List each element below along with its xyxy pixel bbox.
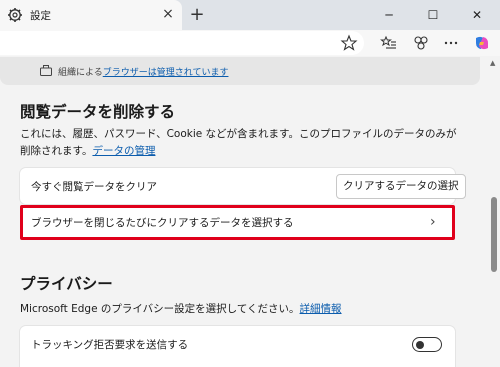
tab-title: 設定 [30, 10, 51, 22]
managed-link[interactable]: ブラウザーは管理されています [103, 68, 229, 78]
managed-text: 組織によるブラウザーは管理されています [58, 65, 228, 78]
scroll-thumb[interactable] [491, 197, 497, 272]
minimize-button[interactable]: ─ [367, 0, 411, 30]
favorites-icon[interactable] [380, 34, 398, 52]
toolbar [0, 30, 500, 56]
close-window-button[interactable]: ✕ [455, 0, 499, 30]
maximize-button[interactable]: ☐ [411, 0, 455, 30]
tab-settings[interactable]: 設定 × [0, 0, 182, 30]
more-icon[interactable] [442, 34, 460, 52]
copilot-icon[interactable] [473, 34, 491, 52]
briefcase-icon [40, 65, 52, 76]
scroll-up-icon[interactable]: ▲ [490, 59, 495, 67]
address-bar[interactable] [0, 31, 364, 55]
dnt-card: トラッキング拒否要求を送信する [20, 326, 455, 367]
chevron-right-icon: › [430, 214, 436, 230]
clear-now-card: 今すぐ閲覧データをクリア クリアするデータの選択 [20, 168, 466, 204]
privacy-desc-text: Microsoft Edge のプライバシー設定を選択してください。 [20, 303, 300, 315]
choose-data-button[interactable]: クリアするデータの選択 [336, 174, 466, 199]
clear-data-description: これには、履歴、パスワード、Cookie などが含まれます。このプロファイルのデ… [20, 126, 460, 160]
dnt-label: トラッキング拒否要求を送信する [31, 339, 189, 351]
gear-icon [8, 8, 22, 22]
managed-banner: 組織によるブラウザーは管理されています [0, 57, 480, 85]
collections-icon[interactable] [412, 34, 430, 52]
privacy-description: Microsoft Edge のプライバシー設定を選択してください。詳細情報 [20, 301, 460, 318]
privacy-more-link[interactable]: 詳細情報 [300, 303, 342, 315]
scrollbar[interactable]: ▲ [488, 57, 500, 367]
close-tab-icon[interactable]: × [159, 5, 177, 23]
favorite-star-icon[interactable] [340, 34, 358, 52]
dnt-toggle[interactable] [412, 337, 442, 352]
toggle-knob [416, 341, 424, 349]
clear-now-label: 今すぐ閲覧データをクリア [31, 181, 157, 193]
clear-on-close-label: ブラウザーを閉じるたびにクリアするデータを選択する [31, 217, 294, 229]
privacy-heading: プライバシー [20, 275, 113, 293]
clear-data-desc-text: これには、履歴、パスワード、Cookie などが含まれます。このプロファイルのデ… [20, 128, 457, 157]
clear-on-close-row[interactable]: ブラウザーを閉じるたびにクリアするデータを選択する [20, 205, 455, 240]
clear-data-heading: 閲覧データを削除する [20, 103, 176, 121]
manage-data-link[interactable]: データの管理 [92, 145, 155, 157]
title-bar: 設定 × + ─ ☐ ✕ [0, 0, 500, 30]
new-tab-button[interactable]: + [186, 4, 208, 26]
managed-prefix: 組織による [58, 68, 103, 78]
